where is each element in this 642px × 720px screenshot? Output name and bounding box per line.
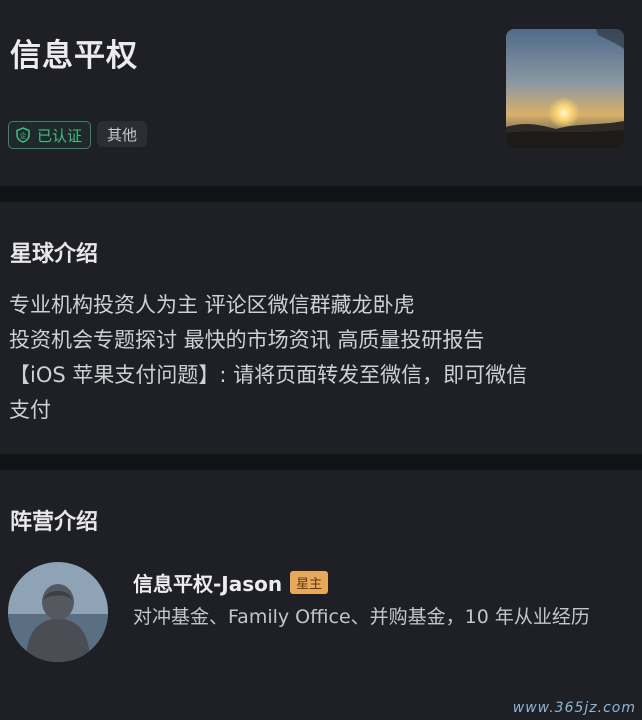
camp-section-title: 阵营介绍 — [10, 510, 99, 535]
intro-description: 专业机构投资人为主 评论区微信群藏龙卧虎 投资机会专题探讨 最快的市场资讯 高质… — [9, 288, 609, 428]
owner-role-badge: 星主 — [290, 571, 329, 594]
camp-intro-card: 阵营介绍 信息平权-Jason 星主 对冲基金、Family Office、并购… — [0, 470, 642, 720]
group-cover-image[interactable] — [506, 29, 624, 148]
owner-avatar[interactable] — [8, 562, 108, 662]
badge-row: 企 已认证 其他 — [8, 121, 148, 149]
intro-line: 投资机会专题探讨 最快的市场资讯 高质量投研报告 — [9, 328, 485, 352]
shield-enterprise-icon: 企 — [15, 127, 31, 143]
category-tag[interactable]: 其他 — [97, 121, 148, 147]
verified-label: 已认证 — [37, 126, 83, 145]
group-header-card: 信息平权 企 已认证 其他 — [0, 0, 642, 186]
svg-text:企: 企 — [20, 131, 27, 140]
group-title: 信息平权 — [10, 38, 138, 74]
verified-badge[interactable]: 企 已认证 — [8, 121, 92, 149]
group-intro-card: 星球介绍 专业机构投资人为主 评论区微信群藏龙卧虎 投资机会专题探讨 最快的市场… — [0, 202, 642, 454]
intro-line: 【iOS 苹果支付问题】: 请将页面转发至微信，即可微信 — [9, 363, 528, 387]
intro-line: 专业机构投资人为主 评论区微信群藏龙卧虎 — [9, 293, 415, 317]
intro-section-title: 星球介绍 — [10, 242, 99, 267]
owner-name: 信息平权-Jason — [133, 572, 283, 596]
site-watermark: www.365jz.com — [512, 700, 636, 716]
intro-line: 支付 — [9, 398, 51, 422]
owner-bio: 对冲基金、Family Office、并购基金，10 年从业经历 — [133, 606, 590, 628]
owner-name-row[interactable]: 信息平权-Jason 星主 — [133, 568, 329, 597]
